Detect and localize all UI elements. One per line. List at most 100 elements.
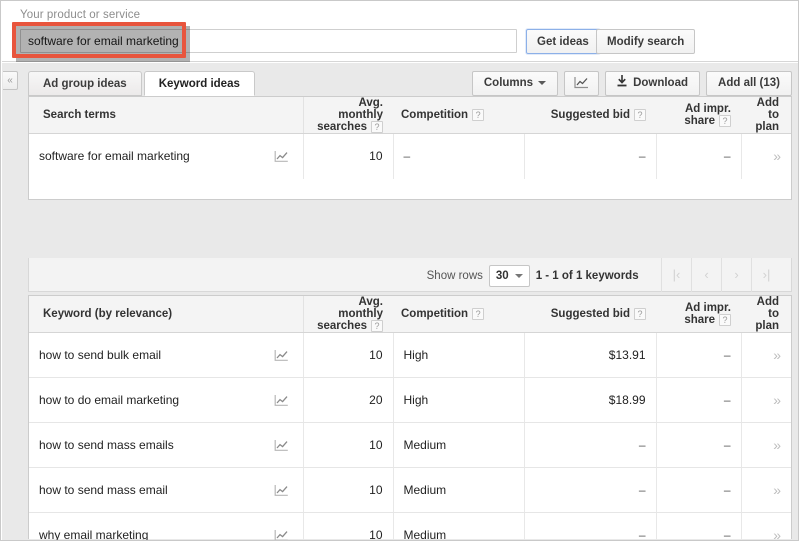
add-to-plan-button[interactable]: » xyxy=(773,392,781,408)
left-rail: « xyxy=(2,63,20,540)
cell-trend[interactable] xyxy=(261,377,304,423)
table-row[interactable]: how to send mass emails 10 Medium – –» xyxy=(29,422,791,468)
first-page-button[interactable]: |‹ xyxy=(661,258,691,292)
header-add-to-plan: Add to plan xyxy=(741,97,791,134)
search-input[interactable] xyxy=(20,29,517,53)
cell-competition: High xyxy=(393,377,525,423)
help-icon-avg-searches[interactable]: ? xyxy=(371,320,383,332)
table-header-row: Search terms Avg. monthly searches? Comp… xyxy=(29,97,791,134)
help-icon-avg-searches[interactable]: ? xyxy=(371,121,383,133)
pagination-controls: Show rows 30 1 - 1 of 1 keywords |‹ ‹ › ›| xyxy=(427,258,781,292)
trend-icon[interactable] xyxy=(274,394,289,407)
download-button[interactable]: Download xyxy=(605,71,701,96)
cell-ad-impr-share: – xyxy=(656,332,742,378)
cell-add-to-plan[interactable]: » xyxy=(741,134,791,179)
prev-page-button[interactable]: ‹ xyxy=(691,258,721,292)
cell-suggested-bid: – xyxy=(524,422,657,468)
cell-trend[interactable] xyxy=(261,512,304,541)
cell-add-to-plan[interactable]: » xyxy=(741,512,791,540)
add-to-plan-button[interactable]: » xyxy=(773,347,781,363)
help-icon-ad-impr-share[interactable]: ? xyxy=(719,314,731,326)
cell-suggested-bid: – xyxy=(524,512,657,540)
header-ad-impr-share[interactable]: Ad impr. share? xyxy=(656,97,741,134)
header-ad-impr-share[interactable]: Ad impr. share? xyxy=(656,296,741,333)
header-spark xyxy=(261,97,304,134)
help-icon-suggested-bid[interactable]: ? xyxy=(634,109,646,121)
cell-competition: High xyxy=(393,332,525,378)
tab-bar: Ad group ideas Keyword ideas xyxy=(28,71,257,96)
cell-suggested-bid: – xyxy=(524,133,657,179)
trend-icon[interactable] xyxy=(274,529,289,541)
header-competition[interactable]: Competition? xyxy=(393,296,524,333)
help-icon-suggested-bid[interactable]: ? xyxy=(634,308,646,320)
table-header-row: Keyword (by relevance) Avg. monthly sear… xyxy=(29,296,791,333)
next-page-button[interactable]: › xyxy=(721,258,751,292)
columns-button[interactable]: Columns xyxy=(471,71,559,96)
help-icon-competition[interactable]: ? xyxy=(472,308,485,320)
cell-keyword: how to send bulk email xyxy=(29,332,261,378)
add-to-plan-button[interactable]: » xyxy=(773,148,781,164)
cell-trend[interactable] xyxy=(261,133,304,179)
cell-avg-monthly-searches: 10 xyxy=(303,332,394,378)
table-row[interactable]: how to send mass email 10 Medium – –» xyxy=(29,467,791,513)
header-search-terms[interactable]: Search terms xyxy=(29,97,261,134)
modify-search-button[interactable]: Modify search xyxy=(596,29,696,54)
search-terms-body: software for email marketing 10– – –» xyxy=(29,133,791,179)
cell-keyword: how to send mass emails xyxy=(29,422,261,468)
get-ideas-button[interactable]: Get ideas xyxy=(526,29,600,54)
download-label: Download xyxy=(633,77,689,89)
header-avg-line2: searches xyxy=(317,121,367,133)
table-row[interactable]: how to send bulk email 10 High $13.91– » xyxy=(29,332,791,378)
search-toolbar: Your product or service Get ideas Modify… xyxy=(2,2,798,62)
trend-icon[interactable] xyxy=(274,484,289,497)
help-icon-ad-impr-share[interactable]: ? xyxy=(719,115,731,127)
chevron-down-icon xyxy=(538,80,547,85)
cell-trend[interactable] xyxy=(261,332,304,378)
add-all-button[interactable]: Add all (13) xyxy=(706,71,792,96)
cell-ad-impr-share: – xyxy=(656,467,742,513)
pagination-range: 1 - 1 of 1 keywords xyxy=(535,270,639,282)
cell-add-to-plan[interactable]: » xyxy=(741,332,791,378)
header-avg-monthly-searches[interactable]: Avg. monthly searches? xyxy=(303,296,393,333)
trend-icon[interactable] xyxy=(274,349,289,362)
last-page-button[interactable]: ›| xyxy=(751,258,781,292)
header-competition[interactable]: Competition? xyxy=(393,97,524,134)
trend-icon[interactable] xyxy=(274,150,289,163)
cell-add-to-plan[interactable]: » xyxy=(741,377,791,423)
cell-ad-impr-share: – xyxy=(656,512,742,540)
cell-add-to-plan[interactable]: » xyxy=(741,422,791,468)
header-suggested-bid[interactable]: Suggested bid? xyxy=(524,97,656,134)
add-to-plan-button[interactable]: » xyxy=(773,527,781,540)
table-row[interactable]: software for email marketing 10– – –» xyxy=(29,133,791,179)
table-row[interactable]: how to do email marketing 20 High $18.99– » xyxy=(29,377,791,423)
chevron-down-icon xyxy=(514,273,523,278)
add-to-plan-button[interactable]: » xyxy=(773,482,781,498)
collapse-sidebar-button[interactable]: « xyxy=(3,71,18,90)
header-suggested-bid[interactable]: Suggested bid? xyxy=(524,296,656,333)
keyword-ideas-panel: Keyword (by relevance) Avg. monthly sear… xyxy=(28,295,792,541)
header-keyword-by-relevance[interactable]: Keyword (by relevance) xyxy=(29,296,261,333)
cell-suggested-bid: $13.91 xyxy=(524,332,657,378)
header-avg-line2: searches xyxy=(317,320,367,332)
trend-icon[interactable] xyxy=(274,439,289,452)
cell-competition: Medium xyxy=(393,422,525,468)
table-row[interactable]: why email marketing 10 Medium – –» xyxy=(29,512,791,541)
chart-view-button[interactable] xyxy=(564,71,600,96)
header-spark xyxy=(261,296,304,333)
cell-trend[interactable] xyxy=(261,422,304,468)
keyword-planner-page: Your product or service Get ideas Modify… xyxy=(0,0,799,541)
cell-ad-impr-share: – xyxy=(656,422,742,468)
cell-competition: Medium xyxy=(393,512,525,540)
help-icon-competition[interactable]: ? xyxy=(472,109,485,121)
header-avg-monthly-searches[interactable]: Avg. monthly searches? xyxy=(303,97,393,134)
table-toolbar: Columns Download Add all (13) xyxy=(466,71,792,96)
cell-add-to-plan[interactable]: » xyxy=(741,467,791,513)
cell-competition: – xyxy=(393,133,525,179)
cell-keyword: software for email marketing xyxy=(39,149,190,164)
add-to-plan-button[interactable]: » xyxy=(773,437,781,453)
cell-trend[interactable] xyxy=(261,467,304,513)
rows-per-page-select[interactable]: 30 xyxy=(488,264,530,287)
tab-keyword-ideas[interactable]: Keyword ideas xyxy=(143,71,255,96)
keyword-ideas-table: Keyword (by relevance) Avg. monthly sear… xyxy=(29,296,791,541)
tab-ad-group-ideas[interactable]: Ad group ideas xyxy=(28,71,142,96)
